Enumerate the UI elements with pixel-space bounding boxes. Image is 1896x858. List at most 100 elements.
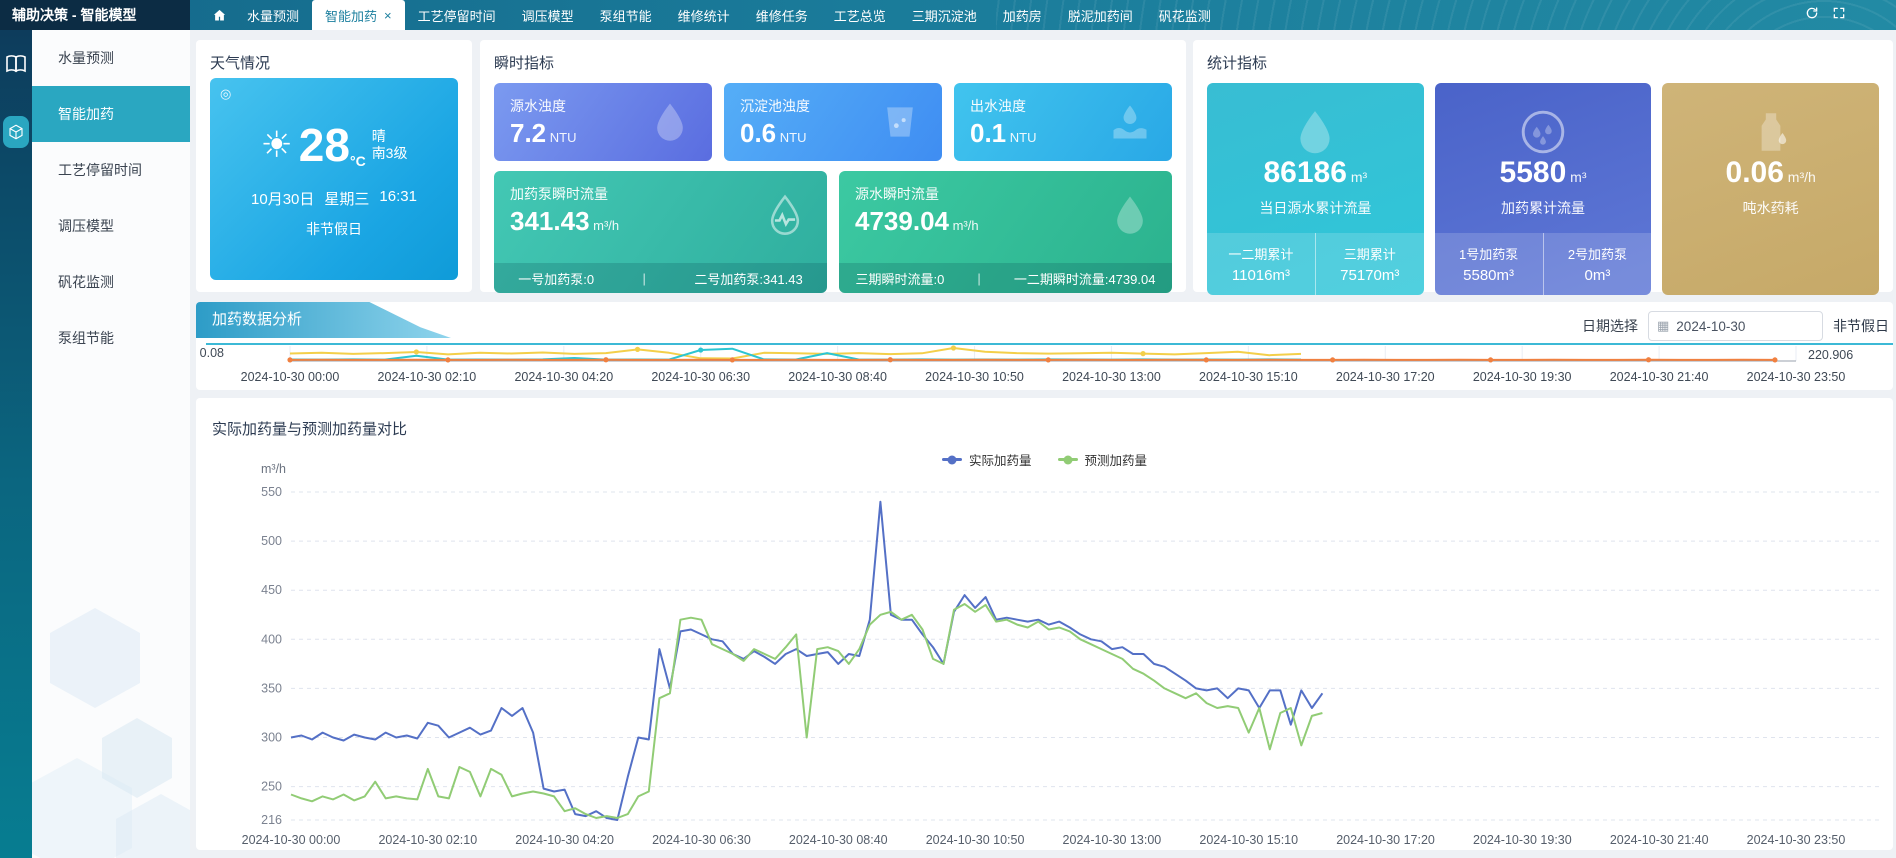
- tab-item[interactable]: 维修任务: [743, 0, 821, 30]
- legend-label: 预测加药量: [1085, 450, 1148, 469]
- tab-item[interactable]: 工艺停留时间: [405, 0, 509, 30]
- svg-text:300: 300: [261, 731, 282, 745]
- x-axis-label: 2024-10-30 19:30: [1447, 370, 1597, 384]
- sidebar-item[interactable]: 水量预测: [32, 30, 190, 86]
- date-input[interactable]: [1676, 319, 1814, 334]
- close-tab-icon[interactable]: ×: [384, 9, 392, 22]
- icon-rail: [0, 30, 32, 858]
- svg-text:400: 400: [261, 632, 282, 646]
- tab-label: 泵组节能: [600, 6, 652, 25]
- weather-card-title: 天气情况: [210, 52, 458, 73]
- stat-label: 当日源水累计流量: [1207, 198, 1424, 218]
- weather-time: 16:31: [379, 188, 417, 209]
- tab-item[interactable]: 矾花监测: [1146, 0, 1224, 30]
- tab-label: 水量预测: [247, 6, 299, 25]
- svg-text:2024-10-30 19:30: 2024-10-30 19:30: [1473, 833, 1572, 847]
- svg-text:2024-10-30 17:20: 2024-10-30 17:20: [1336, 833, 1435, 847]
- svg-text:450: 450: [261, 583, 282, 597]
- sidebar-item[interactable]: 工艺停留时间: [32, 142, 190, 198]
- tab-label: 工艺总览: [834, 6, 886, 25]
- legend-line: [1058, 458, 1078, 461]
- calendar-icon: ▦: [1657, 318, 1669, 334]
- stat-footer-value: 5580m³: [1435, 267, 1543, 284]
- x-axis-label: 2024-10-30 17:20: [1310, 370, 1460, 384]
- tab-item[interactable]: 加药房: [990, 0, 1055, 30]
- svg-text:216: 216: [261, 813, 282, 827]
- tab-item[interactable]: 调压模型: [509, 0, 587, 30]
- svg-text:250: 250: [261, 780, 282, 794]
- legend-item[interactable]: 实际加药量: [942, 450, 1032, 469]
- tab-label: 脱泥加药间: [1068, 6, 1133, 25]
- comparison-chart-title: 实际加药量与预测加药量对比: [212, 418, 407, 439]
- svg-text:2024-10-30 10:50: 2024-10-30 10:50: [926, 833, 1025, 847]
- tab-label: 矾花监测: [1159, 6, 1211, 25]
- svg-text:2024-10-30 00:00: 2024-10-30 00:00: [242, 833, 341, 847]
- tab-label: 三期沉淀池: [912, 6, 977, 25]
- tab-label: 维修任务: [756, 6, 808, 25]
- tab-item[interactable]: 水量预测: [234, 0, 312, 30]
- date-picker-row: 日期选择 ▦ 非节假日: [1582, 311, 1889, 341]
- sidebar-item[interactable]: 矾花监测: [32, 254, 190, 310]
- sidebar-item[interactable]: 智能加药: [32, 86, 190, 142]
- stat-footer-col: 三期累计75170m³: [1315, 233, 1424, 295]
- x-axis-label: 2024-10-30 02:10: [352, 370, 502, 384]
- metric-footer: 三期瞬时流量:0|一二期瞬时流量:4739.04: [839, 263, 1172, 293]
- tab-item[interactable]: 维修统计: [665, 0, 743, 30]
- footer-divider: |: [643, 271, 646, 286]
- svg-text:350: 350: [261, 681, 282, 695]
- metric-tile: 沉淀池浊度0.6 NTU: [724, 83, 942, 161]
- stat-footer-col: 2号加药泵0m³: [1543, 233, 1652, 295]
- x-axis-label: 2024-10-30 04:20: [489, 370, 639, 384]
- sidebar-item[interactable]: 调压模型: [32, 198, 190, 254]
- x-axis-label: 2024-10-30 21:40: [1584, 370, 1734, 384]
- y-axis-unit: m³/h: [230, 462, 286, 476]
- water-icon: [1108, 100, 1152, 144]
- date-picker[interactable]: ▦: [1648, 311, 1823, 341]
- legend-item[interactable]: 预测加药量: [1058, 450, 1148, 469]
- svg-text:2024-10-30 04:20: 2024-10-30 04:20: [515, 833, 614, 847]
- x-axis-label: 2024-10-30 10:50: [900, 370, 1050, 384]
- stat-value: 5580 m³: [1435, 157, 1652, 189]
- refresh-icon[interactable]: [1805, 6, 1819, 25]
- stat-unit: m³/h: [1784, 169, 1816, 185]
- weather-date: 10月30日: [251, 188, 314, 209]
- book-icon[interactable]: [4, 52, 28, 76]
- overview-strip-chart: 0.08 220.906 2024-10-30 00:002024-10-30 …: [206, 342, 1893, 388]
- weather-temp-unit: °C: [350, 153, 366, 169]
- instant-metrics-title: 瞬时指标: [494, 52, 1172, 73]
- metric-unit: NTU: [776, 130, 806, 145]
- model-cube-icon[interactable]: [3, 116, 29, 148]
- main-content: 天气情况 ◎ ☀ 28°C 晴 南3级 10月30日 星期三 16:31 非节假…: [190, 30, 1896, 858]
- home-icon[interactable]: [204, 0, 234, 30]
- weather-condition: 晴: [372, 128, 408, 146]
- weather-card: 天气情况 ◎ ☀ 28°C 晴 南3级 10月30日 星期三 16:31 非节假…: [196, 40, 472, 292]
- stat-tile: 5580 m³加药累计流量1号加药泵5580m³2号加药泵0m³: [1435, 83, 1652, 295]
- hexagon-decoration: [50, 608, 140, 708]
- sidebar-menu: 水量预测智能加药工艺停留时间调压模型矾花监测泵组节能: [32, 30, 190, 858]
- svg-text:2024-10-30 21:40: 2024-10-30 21:40: [1610, 833, 1709, 847]
- tab-item[interactable]: 智能加药×: [312, 0, 405, 30]
- strip-axis-max: 220.906: [1808, 348, 1853, 362]
- droplet-icon: [1290, 107, 1340, 157]
- svg-text:2024-10-30 02:10: 2024-10-30 02:10: [378, 833, 477, 847]
- tab-item[interactable]: 三期沉淀池: [899, 0, 990, 30]
- svg-text:2024-10-30 13:00: 2024-10-30 13:00: [1063, 833, 1162, 847]
- stat-footer-value: 75170m³: [1316, 267, 1424, 284]
- tab-item[interactable]: 脱泥加药间: [1055, 0, 1146, 30]
- tab-item[interactable]: 泵组节能: [587, 0, 665, 30]
- sidebar-item[interactable]: 泵组节能: [32, 310, 190, 366]
- stat-footer-label: 一二期累计: [1207, 244, 1315, 263]
- tab-item[interactable]: 工艺总览: [821, 0, 899, 30]
- fullscreen-icon[interactable]: [1832, 6, 1846, 25]
- droplet-icon: [648, 100, 692, 144]
- weather-holiday: 非节假日: [306, 219, 362, 239]
- pulse-drop-icon: [763, 193, 807, 237]
- stat-unit: m³: [1566, 169, 1586, 185]
- x-axis-label: 2024-10-30 23:50: [1721, 370, 1871, 384]
- metric-sub-label: 三期瞬时流量:0: [856, 269, 945, 288]
- weather-panel: ◎ ☀ 28°C 晴 南3级 10月30日 星期三 16:31 非节假日: [210, 78, 458, 280]
- instant-row-1: 源水浊度7.2 NTU沉淀池浊度0.6 NTU出水浊度0.1 NTU: [494, 83, 1172, 161]
- tab-label: 维修统计: [678, 6, 730, 25]
- dosing-analysis-card: 加药数据分析 日期选择 ▦ 非节假日 0.08 220.906 2024-10-…: [196, 302, 1893, 390]
- stat-tile: 86186 m³当日源水累计流量一二期累计11016m³三期累计75170m³: [1207, 83, 1424, 295]
